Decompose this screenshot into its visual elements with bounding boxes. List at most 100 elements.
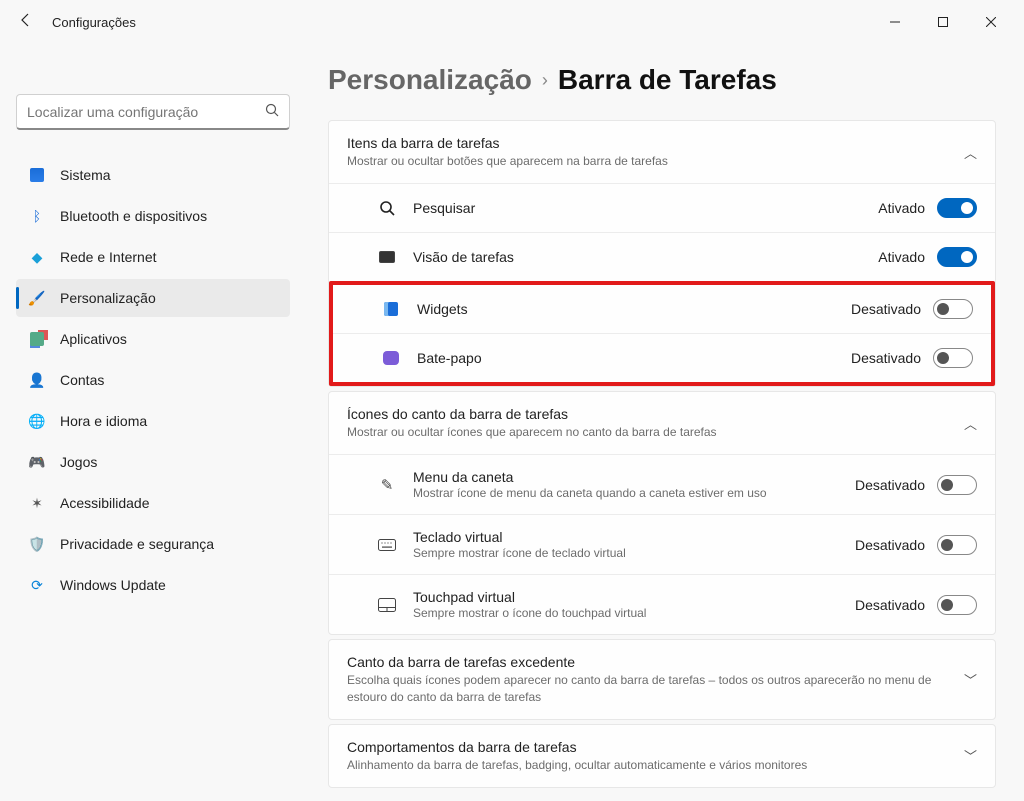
sidebar-item-label: Aplicativos: [60, 331, 127, 347]
chevron-down-icon: ﹀: [964, 670, 977, 689]
brush-icon: 🖌️: [28, 289, 46, 307]
item-label: Touchpad virtual: [413, 589, 646, 605]
chevron-up-icon: ︿: [964, 414, 977, 433]
sidebar-item-time[interactable]: 🌐 Hora e idioma: [16, 402, 290, 440]
breadcrumb: Personalização › Barra de Tarefas: [328, 64, 996, 96]
breadcrumb-parent[interactable]: Personalização: [328, 64, 532, 96]
touchpad-toggle[interactable]: [937, 595, 977, 615]
sidebar: Sistema ᛒ Bluetooth e dispositivos ◆ Red…: [0, 44, 300, 801]
touchpad-icon: [377, 595, 397, 615]
taskbar-items-section: Itens da barra de tarefas Mostrar ou ocu…: [328, 120, 996, 387]
item-label: Visão de tarefas: [413, 249, 514, 265]
shield-icon: 🛡️: [28, 535, 46, 553]
section-title: Ícones do canto da barra de tarefas: [347, 406, 717, 422]
chevron-right-icon: ›: [542, 70, 548, 91]
sidebar-item-label: Windows Update: [60, 577, 166, 593]
corner-icons-header[interactable]: Ícones do canto da barra de tarefas Most…: [329, 392, 995, 454]
title-bar: Configurações: [0, 0, 1024, 44]
sidebar-item-gaming[interactable]: 🎮 Jogos: [16, 443, 290, 481]
corner-item-pen: ✎ Menu da caneta Mostrar ícone de menu d…: [329, 454, 995, 514]
overflow-section: Canto da barra de tarefas excedente Esco…: [328, 639, 996, 719]
toggle-state: Desativado: [851, 301, 921, 317]
section-subtitle: Alinhamento da barra de tarefas, badging…: [347, 757, 807, 773]
chevron-down-icon: ﹀: [964, 746, 977, 765]
taskview-icon: [377, 247, 397, 267]
main-content: Personalização › Barra de Tarefas Itens …: [300, 44, 1024, 801]
item-sublabel: Sempre mostrar o ícone do touchpad virtu…: [413, 606, 646, 620]
taskview-toggle[interactable]: [937, 247, 977, 267]
sidebar-item-update[interactable]: ⟳ Windows Update: [16, 566, 290, 604]
toggle-state: Ativado: [878, 249, 925, 265]
corner-item-touchpad: Touchpad virtual Sempre mostrar o ícone …: [329, 574, 995, 634]
item-label: Widgets: [417, 301, 468, 317]
sidebar-item-label: Rede e Internet: [60, 249, 157, 265]
taskbar-item-chat: Bate-papo Desativado: [333, 333, 991, 382]
item-sublabel: Mostrar ícone de menu da caneta quando a…: [413, 486, 767, 500]
section-subtitle: Mostrar ou ocultar botões que aparecem n…: [347, 153, 668, 169]
close-button[interactable]: [968, 7, 1014, 37]
display-icon: [28, 166, 46, 184]
wifi-icon: ◆: [28, 248, 46, 266]
maximize-button[interactable]: [920, 7, 966, 37]
sidebar-item-network[interactable]: ◆ Rede e Internet: [16, 238, 290, 276]
apps-icon: [28, 330, 46, 348]
keyboard-icon: [377, 535, 397, 555]
pen-toggle[interactable]: [937, 475, 977, 495]
search-icon: [265, 103, 279, 120]
widgets-toggle[interactable]: [933, 299, 973, 319]
sidebar-item-label: Bluetooth e dispositivos: [60, 208, 207, 224]
chevron-up-icon: ︿: [964, 143, 977, 162]
item-sublabel: Sempre mostrar ícone de teclado virtual: [413, 546, 626, 560]
keyboard-toggle[interactable]: [937, 535, 977, 555]
corner-icons-section: Ícones do canto da barra de tarefas Most…: [328, 391, 996, 635]
bluetooth-icon: ᛒ: [28, 207, 46, 225]
chat-toggle[interactable]: [933, 348, 973, 368]
back-button[interactable]: [18, 12, 34, 33]
taskbar-items-header[interactable]: Itens da barra de tarefas Mostrar ou ocu…: [329, 121, 995, 183]
sidebar-item-system[interactable]: Sistema: [16, 156, 290, 194]
sidebar-item-label: Sistema: [60, 167, 111, 183]
sidebar-item-accessibility[interactable]: ✶ Acessibilidade: [16, 484, 290, 522]
person-icon: 👤: [28, 371, 46, 389]
item-label: Menu da caneta: [413, 469, 767, 485]
section-title: Itens da barra de tarefas: [347, 135, 668, 151]
window-controls: [872, 7, 1014, 37]
sidebar-item-label: Privacidade e segurança: [60, 536, 214, 552]
search-toggle[interactable]: [937, 198, 977, 218]
pen-icon: ✎: [377, 475, 397, 495]
taskbar-item-widgets: Widgets Desativado: [333, 285, 991, 333]
sidebar-item-label: Hora e idioma: [60, 413, 147, 429]
corner-item-keyboard: Teclado virtual Sempre mostrar ícone de …: [329, 514, 995, 574]
taskbar-item-search: Pesquisar Ativado: [329, 183, 995, 232]
search-box[interactable]: [16, 94, 290, 130]
behaviors-header[interactable]: Comportamentos da barra de tarefas Alinh…: [329, 725, 995, 787]
taskbar-item-taskview: Visão de tarefas Ativado: [329, 232, 995, 281]
sidebar-item-privacy[interactable]: 🛡️ Privacidade e segurança: [16, 525, 290, 563]
sidebar-item-apps[interactable]: Aplicativos: [16, 320, 290, 358]
highlight-annotation: Widgets Desativado Bate-papo Desativado: [329, 281, 995, 386]
minimize-button[interactable]: [872, 7, 918, 37]
item-label: Pesquisar: [413, 200, 475, 216]
title-bar-left: Configurações: [18, 12, 136, 33]
toggle-state: Desativado: [855, 537, 925, 553]
globe-icon: 🌐: [28, 412, 46, 430]
update-icon: ⟳: [28, 576, 46, 594]
search-input[interactable]: [27, 104, 265, 120]
nav-list: Sistema ᛒ Bluetooth e dispositivos ◆ Red…: [16, 156, 290, 604]
page-title: Barra de Tarefas: [558, 64, 777, 96]
accessibility-icon: ✶: [28, 494, 46, 512]
sidebar-item-bluetooth[interactable]: ᛒ Bluetooth e dispositivos: [16, 197, 290, 235]
game-icon: 🎮: [28, 453, 46, 471]
sidebar-item-personalization[interactable]: 🖌️ Personalização: [16, 279, 290, 317]
section-subtitle: Mostrar ou ocultar ícones que aparecem n…: [347, 424, 717, 440]
toggle-state: Desativado: [855, 597, 925, 613]
section-title: Comportamentos da barra de tarefas: [347, 739, 807, 755]
toggle-state: Ativado: [878, 200, 925, 216]
item-label: Teclado virtual: [413, 529, 626, 545]
toggle-state: Desativado: [851, 350, 921, 366]
overflow-header[interactable]: Canto da barra de tarefas excedente Esco…: [329, 640, 995, 718]
sidebar-item-label: Contas: [60, 372, 104, 388]
section-title: Canto da barra de tarefas excedente: [347, 654, 952, 670]
behaviors-section: Comportamentos da barra de tarefas Alinh…: [328, 724, 996, 788]
sidebar-item-accounts[interactable]: 👤 Contas: [16, 361, 290, 399]
